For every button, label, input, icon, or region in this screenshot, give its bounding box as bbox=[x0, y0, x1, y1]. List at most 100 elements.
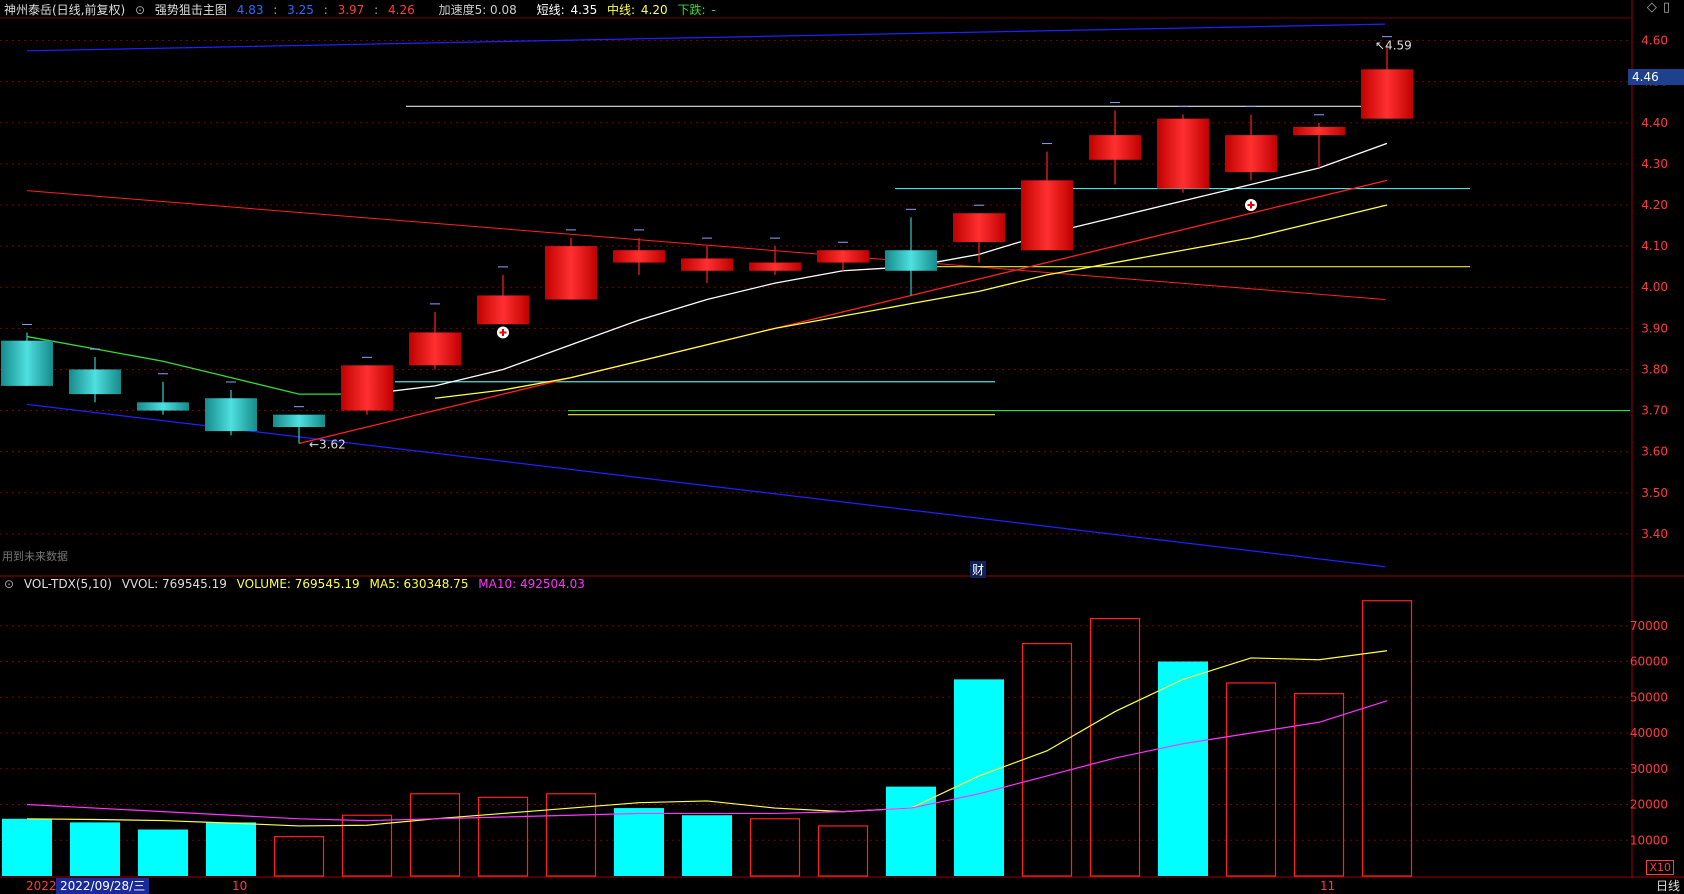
price-tick-label: 4.40 bbox=[1641, 116, 1668, 130]
volume-value: VOLUME: 769545.19 bbox=[236, 577, 360, 591]
candle-up bbox=[545, 246, 597, 300]
volume-indicator-name[interactable]: VOL-TDX(5,10) bbox=[24, 577, 112, 591]
volume-bar-up bbox=[477, 796, 529, 877]
candle-up bbox=[1157, 118, 1209, 189]
volume-scale-badge: X10 bbox=[1646, 860, 1674, 875]
current-price-tag: 4.46 bbox=[1628, 69, 1684, 85]
period-label[interactable]: 日线 bbox=[1656, 878, 1680, 894]
descending-red-line bbox=[26, 190, 1386, 301]
short-line-label: 短线: bbox=[536, 3, 565, 17]
volume-bar-down bbox=[614, 808, 664, 876]
short-line bbox=[366, 142, 1388, 395]
candle-up bbox=[341, 365, 393, 411]
volume-header: ⊙ VOL-TDX(5,10) VVOL: 769545.19 VOLUME: … bbox=[4, 577, 591, 591]
volume-tick-label: 40000 bbox=[1630, 726, 1668, 740]
volume-bar-up bbox=[409, 793, 461, 877]
volume-bar-down bbox=[682, 815, 732, 876]
volume-bar-down bbox=[138, 829, 188, 876]
high-annotation: ↖4.59 bbox=[1375, 39, 1412, 53]
price-tick-label: 3.80 bbox=[1641, 362, 1668, 376]
price-tick-label: 3.40 bbox=[1641, 527, 1668, 541]
volume-bar-up bbox=[749, 818, 801, 877]
volume-tick-label: 10000 bbox=[1630, 833, 1668, 847]
price-tick-label: 3.70 bbox=[1641, 404, 1668, 418]
indicator-name[interactable]: 强势狙击主图 bbox=[155, 3, 227, 17]
candle-up bbox=[749, 262, 801, 271]
header-value-2: 3.25 bbox=[287, 3, 314, 17]
volume-tick-label: 70000 bbox=[1630, 619, 1668, 633]
volume-bar-up bbox=[817, 825, 869, 877]
candle-down bbox=[273, 414, 325, 427]
ma10-value: MA10: 492504.03 bbox=[478, 577, 585, 591]
finance-marker[interactable]: 财 bbox=[970, 561, 987, 578]
buy-signal-icon bbox=[497, 326, 509, 339]
volume-toggle-icon[interactable]: ⊙ bbox=[4, 577, 14, 591]
candle-up bbox=[1293, 126, 1345, 136]
candle-down bbox=[885, 250, 937, 271]
volume-bar-up bbox=[1361, 600, 1413, 877]
mid-line-label: 中线: bbox=[607, 3, 636, 17]
upper-channel-line bbox=[26, 23, 1386, 52]
volume-tick-label: 60000 bbox=[1630, 655, 1668, 669]
volume-bar-up bbox=[341, 814, 393, 877]
candle-up bbox=[1361, 69, 1413, 119]
price-tick-label: 3.90 bbox=[1641, 321, 1668, 335]
panel-icon[interactable]: ▯ bbox=[1663, 0, 1676, 15]
header-value-4: 4.26 bbox=[388, 3, 415, 17]
vvol-value: VVOL: 769545.19 bbox=[121, 577, 227, 591]
price-tick-label: 4.00 bbox=[1641, 280, 1668, 294]
price-tick-label: 3.60 bbox=[1641, 445, 1668, 459]
candle-up bbox=[409, 332, 461, 366]
volume-bar-up bbox=[1089, 617, 1141, 877]
date-month-11: 11 bbox=[1320, 879, 1336, 893]
ma5-value: MA5: 630348.75 bbox=[369, 577, 469, 591]
window-controls: ◇▯ bbox=[1647, 0, 1676, 15]
date-cursor: 2022/09/28/三 bbox=[56, 878, 150, 894]
price-tick-label: 3.50 bbox=[1641, 486, 1668, 500]
candle-up bbox=[1089, 135, 1141, 160]
volume-tick-label: 50000 bbox=[1630, 690, 1668, 704]
header-value-1: 4.83 bbox=[236, 3, 264, 17]
volume-bar-up bbox=[273, 836, 325, 877]
low-annotation: ←3.62 bbox=[309, 437, 346, 451]
future-data-note: 用到未来数据 bbox=[2, 550, 68, 563]
date-axis: 2022 2022/09/28/三 10 11 bbox=[0, 878, 1684, 894]
candle-down bbox=[137, 402, 189, 411]
down-label: 下跌: bbox=[677, 3, 706, 17]
candle-up bbox=[477, 295, 529, 325]
accel-label: 加速度5: 0.08 bbox=[438, 3, 517, 17]
volume-bar-down bbox=[2, 818, 52, 876]
candle-down bbox=[69, 369, 121, 395]
candle-up bbox=[817, 250, 869, 263]
volume-bar-down bbox=[70, 822, 120, 876]
price-tick-label: 4.20 bbox=[1641, 198, 1668, 212]
main-chart-header: 神州泰岳(日线,前复权) ⊙ 强势狙击主图 4.83 : 3.25 : 3.97… bbox=[4, 3, 716, 17]
date-year: 2022 bbox=[26, 879, 57, 893]
volume-bar-down bbox=[954, 679, 1004, 876]
candle-up bbox=[613, 250, 665, 263]
red-trend-line bbox=[298, 179, 1388, 445]
volume-bar-up bbox=[1293, 693, 1345, 877]
volume-bar-down bbox=[1158, 661, 1208, 876]
volume-tick-label: 20000 bbox=[1630, 798, 1668, 812]
price-tick-label: 4.60 bbox=[1641, 34, 1668, 48]
stock-name[interactable]: 神州泰岳(日线,前复权) bbox=[4, 3, 125, 17]
header-value-3: 3.97 bbox=[337, 3, 365, 17]
volume-tick-label: 30000 bbox=[1630, 762, 1668, 776]
diamond-icon[interactable]: ◇ bbox=[1647, 0, 1663, 15]
volume-bar-up bbox=[1021, 643, 1073, 877]
volume-bar-down bbox=[206, 822, 256, 876]
volume-bar-up bbox=[1225, 682, 1277, 877]
candle-down bbox=[205, 398, 257, 432]
candle-up bbox=[1225, 135, 1277, 173]
stock-chart[interactable]: 3.40 3.50 3.60 3.70 3.80 3.90 4.00 4.10 4.20 4.30… bbox=[0, 0, 1684, 894]
mid-line-value: 4.20 bbox=[640, 3, 668, 17]
candle-up bbox=[1021, 180, 1073, 251]
candle-down bbox=[1, 340, 53, 386]
indicator-toggle-icon[interactable]: ⊙ bbox=[135, 3, 145, 17]
candle-up bbox=[681, 258, 733, 271]
buy-signal-icon bbox=[1245, 199, 1257, 211]
short-line-value: 4.35 bbox=[570, 3, 598, 17]
down-value: - bbox=[711, 3, 716, 17]
candle-up bbox=[953, 213, 1005, 242]
